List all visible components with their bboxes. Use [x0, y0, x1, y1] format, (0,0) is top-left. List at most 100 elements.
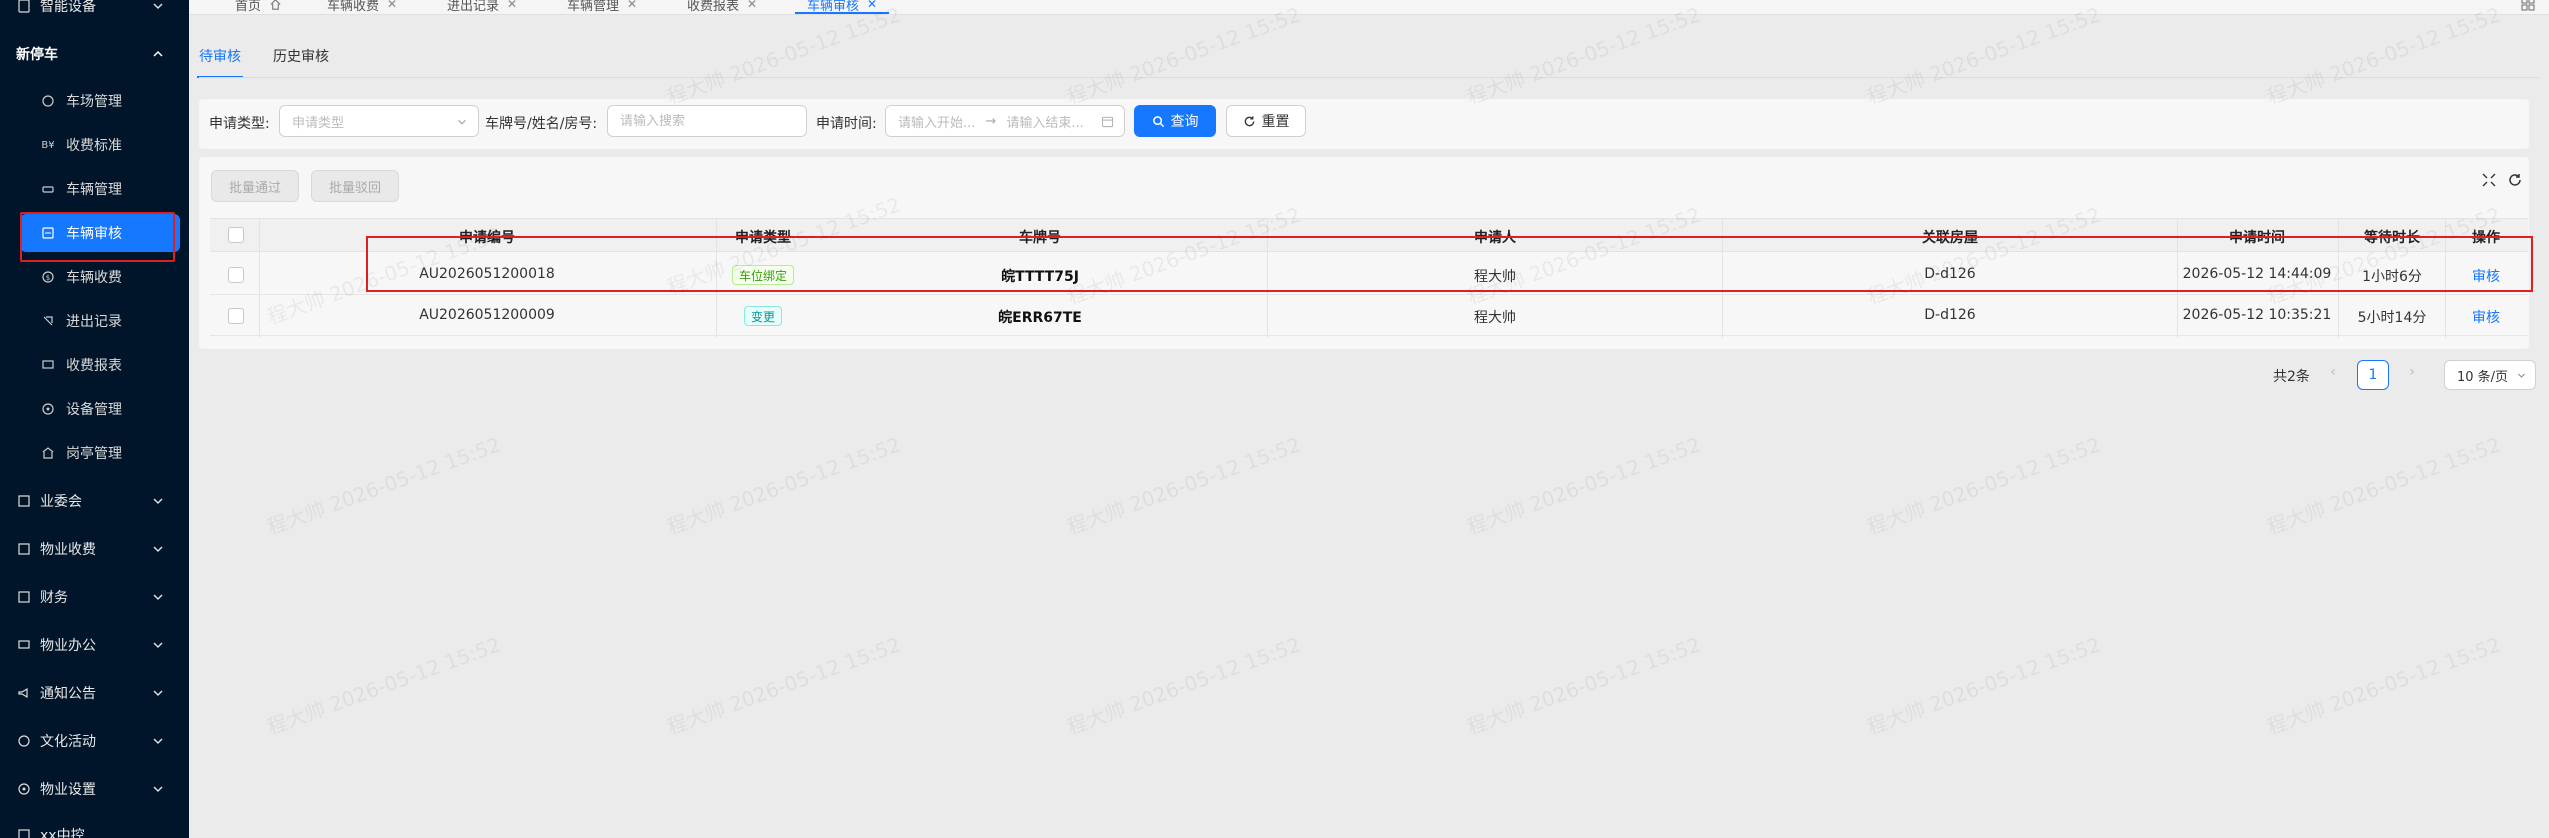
batch-approve-button[interactable]: 批量通过 [211, 170, 299, 202]
table-header: 申请编号 申请类型 车牌号 申请人 关联房屋 申请时间 等待时长 操作 [210, 218, 2528, 252]
fullscreen-icon[interactable] [2481, 172, 2497, 188]
cell-house: D-d126 [1924, 307, 1976, 323]
audit-link[interactable]: 审核 [2472, 307, 2500, 327]
watermark: 程大帅 2026-05-12 15:52 [1063, 432, 1304, 540]
end-date-placeholder: 请输入结束... [1006, 115, 1084, 131]
page-size-label: 10 条/页 [2457, 369, 2509, 385]
sidebar-group-label: 财务 [40, 590, 68, 606]
chevron-down-icon [153, 690, 163, 697]
sidebar-group-property-settings[interactable]: 物业设置 [0, 771, 189, 807]
date-range-picker[interactable]: 请输入开始... → 请输入结束... [885, 105, 1125, 137]
sidebar-group-control[interactable]: xx中控 [0, 817, 189, 838]
sidebar-group-culture[interactable]: 文化活动 [0, 723, 189, 759]
sidebar-item-booth-manage[interactable]: 岗亭管理 [20, 434, 180, 472]
home-icon [270, 0, 281, 10]
sidebar-group-committee[interactable]: 业委会 [0, 483, 189, 519]
sidebar-group-office[interactable]: 物业办公 [0, 627, 189, 663]
refresh-icon [1244, 115, 1254, 126]
watermark: 程大帅 2026-05-12 15:52 [1063, 632, 1304, 740]
sidebar-item-entry-exit[interactable]: 进出记录 [20, 302, 180, 340]
tab-vehicle-manage[interactable]: 车辆管理 ✕ [567, 0, 637, 14]
page-size-select[interactable]: 10 条/页 [2444, 360, 2536, 390]
cell-applicant: 程大帅 [1474, 310, 1516, 326]
settings-icon [40, 401, 56, 417]
chevron-down-icon [153, 498, 163, 505]
batch-reject-button[interactable]: 批量驳回 [311, 170, 399, 202]
sidebar-item-label: 设备管理 [66, 402, 122, 418]
tag-icon: B¥ [41, 139, 55, 151]
sidebar-item-parking-lot[interactable]: 车场管理 [20, 82, 180, 120]
keyword-field[interactable] [607, 105, 807, 137]
sidebar-group-new-parking[interactable]: 新停车 [0, 36, 189, 72]
watermark: 程大帅 2026-05-12 15:52 [2263, 632, 2504, 740]
top-tab-bar: 首页 车辆收费 ✕ 进出记录 ✕ 车辆管理 ✕ 收费报表 ✕ 车辆审核 ✕ [189, 0, 2549, 15]
reload-icon[interactable] [2507, 172, 2523, 188]
tab-label: 首页 [235, 0, 262, 14]
close-icon[interactable]: ✕ [387, 0, 397, 11]
column-header: 申请类型 [735, 230, 791, 246]
type-label: 申请类型: [209, 116, 270, 132]
sidebar: 智能设备 新停车 车场管理 B¥ 收费标准 车辆管理 车辆审核 $ 车辆收费 进… [0, 0, 189, 838]
cell-wait: 5小时14分 [2357, 310, 2427, 326]
watermark: 程大帅 2026-05-12 15:52 [263, 432, 504, 540]
close-icon[interactable]: ✕ [507, 0, 517, 11]
sidebar-item-vehicle-manage[interactable]: 车辆管理 [20, 170, 180, 208]
sidebar-item-fee-standard[interactable]: B¥ 收费标准 [20, 126, 180, 164]
page-number[interactable]: 1 [2357, 360, 2389, 390]
next-page-icon[interactable]: › [2402, 364, 2422, 380]
sidebar-item-label: 车辆管理 [66, 182, 122, 198]
apps-grid-icon[interactable] [2521, 0, 2535, 11]
sidebar-group-property-fee[interactable]: 物业收费 [0, 531, 189, 567]
tab-vehicle-audit[interactable]: 车辆审核 ✕ [794, 0, 890, 14]
sidebar-item-fee-report[interactable]: 收费报表 [20, 346, 180, 384]
sidebar-group-notice[interactable]: 通知公告 [0, 675, 189, 711]
close-icon[interactable]: ✕ [867, 0, 877, 11]
watermark: 程大帅 2026-05-12 15:52 [1463, 432, 1704, 540]
column-header: 关联房屋 [1922, 230, 1978, 246]
row-checkbox[interactable] [228, 267, 244, 283]
sidebar-item-device-manage[interactable]: 设备管理 [20, 390, 180, 428]
close-icon[interactable]: ✕ [747, 0, 757, 11]
column-header: 等待时长 [2364, 230, 2420, 246]
search-input[interactable] [620, 113, 806, 129]
type-select[interactable]: 申请类型 [279, 105, 479, 137]
sidebar-item-label: 车辆收费 [66, 270, 122, 286]
tab-history[interactable]: 历史审核 [273, 46, 329, 78]
reset-button[interactable]: 重置 [1226, 105, 1306, 137]
tab-vehicle-fee[interactable]: 车辆收费 ✕ [327, 0, 397, 14]
tab-label: 车辆管理 [567, 0, 620, 14]
audit-icon [40, 225, 56, 241]
reset-button-label: 重置 [1261, 114, 1290, 130]
sidebar-group-label: 物业设置 [40, 782, 96, 798]
type-tag: 车位绑定 [731, 265, 795, 285]
chevron-down-icon [2517, 373, 2526, 378]
parking-icon [40, 93, 56, 109]
table-row: AU2026051200009 变更 皖ERR67TE 程大帅 D-d126 2… [210, 296, 2528, 336]
sidebar-group-finance[interactable]: 财务 [0, 579, 189, 615]
tab-home[interactable]: 首页 [235, 0, 282, 14]
prev-page-icon[interactable]: ‹ [2323, 364, 2343, 380]
query-button[interactable]: 查询 [1134, 105, 1216, 137]
tab-pending[interactable]: 待审核 [197, 46, 243, 78]
query-button-label: 查询 [1170, 114, 1199, 130]
sidebar-item-label: 进出记录 [66, 314, 122, 330]
search-icon [1152, 115, 1164, 127]
select-all-checkbox[interactable] [228, 227, 244, 243]
svg-text:$: $ [46, 274, 50, 282]
sidebar-item-label: 车场管理 [66, 94, 122, 110]
chevron-down-icon [153, 594, 163, 601]
tab-entry-exit[interactable]: 进出记录 ✕ [447, 0, 517, 14]
tab-fee-report[interactable]: 收费报表 ✕ [687, 0, 757, 14]
sidebar-item-vehicle-fee[interactable]: $ 车辆收费 [20, 258, 180, 296]
culture-icon [16, 733, 32, 749]
notice-icon [16, 685, 32, 701]
cell-wait: 1小时6分 [2362, 269, 2422, 285]
sidebar-group-label: 新停车 [16, 47, 58, 63]
fee-icon [16, 541, 32, 557]
cell-plate: 皖ERR67TE [998, 310, 1082, 326]
sidebar-group-smart-device[interactable]: 智能设备 [0, 0, 189, 24]
audit-link[interactable]: 审核 [2472, 266, 2500, 286]
close-icon[interactable]: ✕ [627, 0, 637, 11]
row-checkbox[interactable] [228, 308, 244, 324]
sidebar-item-vehicle-audit[interactable]: 车辆审核 [20, 212, 180, 262]
